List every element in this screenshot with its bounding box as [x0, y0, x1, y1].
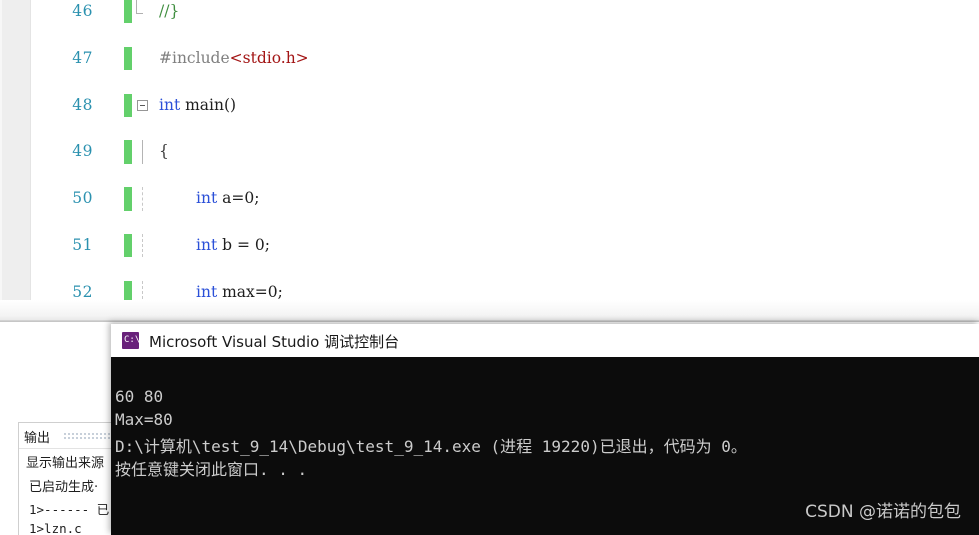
debug-console-window[interactable]: Microsoft Visual Studio 调试控制台 60 80 Max=8… [111, 324, 979, 535]
code-token-kw: int [196, 189, 218, 208]
code-line[interactable]: 51 int b = 0; [31, 233, 979, 258]
code-token-cmt: //} [159, 2, 180, 20]
code-token-kw: int [196, 282, 218, 301]
code-line-text: int a=0; [159, 187, 259, 210]
code-token-ident: max=0; [217, 282, 283, 301]
console-output-line: Max=80 [115, 410, 173, 429]
code-line[interactable]: 50 int a=0; [31, 187, 979, 211]
change-bar-green [124, 0, 132, 24]
console-output-line: 60 80 [115, 387, 164, 406]
code-line[interactable]: 49 { [31, 140, 979, 164]
console-app-icon [122, 332, 140, 349]
code-line-text: #include<stdio.h> [159, 47, 309, 70]
editor-bottom-divider [0, 300, 979, 322]
code-editor-pane: 46 //} 47 #include<stdio.h> 48 int main() 49 {5… [0, 0, 979, 322]
gutter-spacer [135, 47, 151, 70]
console-output-line: D:\计算机\test_9_14\Debug\test_9_14.exe (进程… [115, 437, 747, 456]
output-log-line: 1>lzn.c [29, 521, 82, 535]
code-token-kw: int [159, 95, 181, 114]
output-log-line: 1>------ 已 [29, 502, 110, 517]
code-line[interactable]: 46 //} [31, 0, 979, 24]
line-number: 50 [72, 189, 93, 208]
output-log-line: 已启动生成· [29, 480, 99, 495]
line-number: 46 [72, 2, 93, 20]
change-bar-green [124, 140, 132, 164]
code-token-punc: { [159, 142, 169, 161]
change-bar-green [124, 46, 132, 71]
indent-guide-line [135, 187, 151, 211]
editor-left-margin-edge [0, 0, 2, 322]
code-token-pre: #include [159, 48, 230, 67]
code-token-ident: b = 0; [217, 235, 270, 254]
line-number: 51 [72, 235, 93, 254]
change-bar-green [124, 187, 132, 211]
output-tool-window[interactable]: 输出 显示输出来源 已启动生成· 1>------ 已 1>lzn.c [18, 422, 114, 535]
code-text-area[interactable]: 46 //} 47 #include<stdio.h> 48 int main() 49 {5… [31, 0, 979, 322]
code-line-text: int b = 0; [159, 234, 270, 257]
code-line-text: { [159, 140, 169, 163]
code-token-ident: main() [180, 95, 237, 114]
code-line[interactable]: 48 int main() [31, 93, 979, 117]
console-output-line: 按任意键关闭此窗口. . . [115, 460, 308, 479]
editor-left-margin-strip [0, 0, 31, 322]
code-line-text: //} [159, 0, 179, 23]
console-output-area[interactable]: 60 80 Max=80 D:\计算机\test_9_14\Debug\test_9… [111, 357, 979, 535]
line-number: 48 [72, 95, 93, 114]
line-number: 49 [72, 142, 93, 161]
output-source-label: 显示输出来源 [26, 456, 105, 471]
output-window-title: 输出 [24, 431, 51, 446]
output-window-header: 输出 [19, 423, 113, 449]
code-token-kw: int [196, 235, 218, 254]
change-bar-green [124, 233, 132, 258]
code-token-str: <stdio.h> [229, 48, 309, 67]
csdn-watermark: CSDN @诺诺的包包 [805, 502, 961, 522]
console-window-title: Microsoft Visual Studio 调试控制台 [149, 333, 400, 351]
block-guide-line [135, 140, 151, 164]
console-title-bar[interactable]: Microsoft Visual Studio 调试控制台 [111, 324, 979, 358]
line-number: 47 [72, 48, 93, 67]
block-end-marker [135, 0, 151, 23]
indent-guide-line [135, 233, 151, 258]
code-line-text: int main() [159, 94, 236, 117]
change-bar-green [124, 93, 132, 117]
code-line[interactable]: 47 #include<stdio.h> [31, 46, 979, 71]
code-token-ident: a=0; [217, 189, 260, 208]
collapse-toggle-icon[interactable] [135, 94, 151, 117]
output-window-drag-grip[interactable] [63, 432, 113, 439]
